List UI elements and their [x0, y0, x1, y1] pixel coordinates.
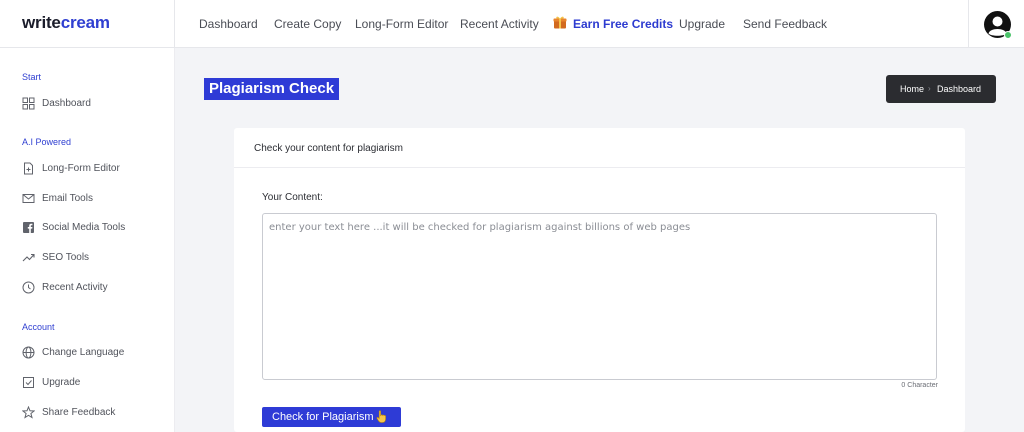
online-status-dot — [1004, 31, 1012, 39]
check-for-plagiarism-button[interactable]: Check for Plagiarism — [262, 407, 401, 427]
writecream-logo[interactable]: writecream — [22, 13, 110, 33]
sidebar-item-label: Social Media Tools — [42, 222, 126, 233]
sidebar-item-email-tools[interactable]: Email Tools — [22, 191, 172, 209]
nav-dashboard[interactable]: Dashboard — [199, 17, 258, 31]
breadcrumb-separator-icon: › — [928, 84, 931, 93]
sidebar-item-social-media-tools[interactable]: Social Media Tools — [22, 220, 172, 238]
sidebar-item-long-form-editor[interactable]: Long-Form Editor — [22, 161, 172, 179]
nav-recent-activity[interactable]: Recent Activity — [460, 17, 539, 31]
gift-icon — [553, 16, 567, 29]
sidebar-item-seo-tools[interactable]: SEO Tools — [22, 250, 172, 268]
trending-up-icon — [22, 253, 35, 262]
mail-icon — [22, 194, 35, 203]
sidebar-item-share-feedback[interactable]: Share Feedback — [22, 405, 172, 423]
sidebar-item-label: Long-Form Editor — [42, 163, 120, 174]
nav-earn-free-credits[interactable]: Earn Free Credits — [573, 17, 673, 31]
sidebar-section-account: Account — [22, 322, 55, 332]
sidebar-item-label: Dashboard — [42, 98, 91, 109]
sidebar-item-upgrade[interactable]: Upgrade — [22, 375, 172, 393]
facebook-icon — [23, 222, 34, 233]
content-label: Your Content: — [262, 192, 323, 203]
sidebar: Start Dashboard A.I Powered Long-Form Ed… — [0, 48, 175, 432]
logo-text-cream: cream — [60, 13, 110, 32]
character-count: 0 Character — [901, 382, 938, 389]
user-menu[interactable] — [968, 0, 1024, 48]
card-header: Check your content for plagiarism — [234, 128, 965, 168]
globe-icon — [22, 346, 35, 359]
pointing-hand-icon — [376, 410, 386, 423]
grid-icon — [22, 97, 35, 110]
check-button-label: Check for Plagiarism — [272, 411, 374, 423]
nav-upgrade[interactable]: Upgrade — [679, 17, 725, 31]
sidebar-item-label: Share Feedback — [42, 407, 116, 418]
sidebar-item-label: Upgrade — [42, 377, 81, 388]
sidebar-section-ai-powered: A.I Powered — [22, 137, 72, 147]
breadcrumb: Home › Dashboard — [886, 75, 996, 103]
sidebar-item-label: Email Tools — [42, 193, 93, 204]
page-title: Plagiarism Check — [204, 78, 340, 100]
sidebar-item-dashboard[interactable]: Dashboard — [22, 96, 172, 114]
nav-send-feedback[interactable]: Send Feedback — [743, 17, 827, 31]
top-bar: writecream Dashboard Create Copy Long-Fo… — [0, 0, 1024, 48]
logo-container: writecream — [0, 0, 175, 48]
nav-long-form-editor[interactable]: Long-Form Editor — [355, 17, 448, 31]
checkbox-icon — [23, 377, 34, 388]
sidebar-section-start: Start — [22, 72, 42, 82]
breadcrumb-current[interactable]: Dashboard — [937, 75, 981, 103]
plagiarism-card: Check your content for plagiarism Your C… — [234, 128, 965, 432]
card-title: Check your content for plagiarism — [254, 143, 403, 154]
sidebar-item-label: Change Language — [42, 347, 125, 358]
logo-text-write: write — [22, 13, 61, 32]
sidebar-item-label: Recent Activity — [42, 282, 108, 293]
nav-create-copy[interactable]: Create Copy — [274, 17, 341, 31]
clock-icon — [22, 281, 35, 294]
sidebar-item-change-language[interactable]: Change Language — [22, 345, 172, 363]
document-plus-icon — [24, 162, 33, 175]
breadcrumb-home[interactable]: Home — [900, 75, 924, 103]
sidebar-item-recent-activity[interactable]: Recent Activity — [22, 280, 172, 298]
star-icon — [22, 406, 35, 419]
sidebar-item-label: SEO Tools — [42, 252, 90, 263]
content-textarea[interactable] — [262, 213, 937, 380]
